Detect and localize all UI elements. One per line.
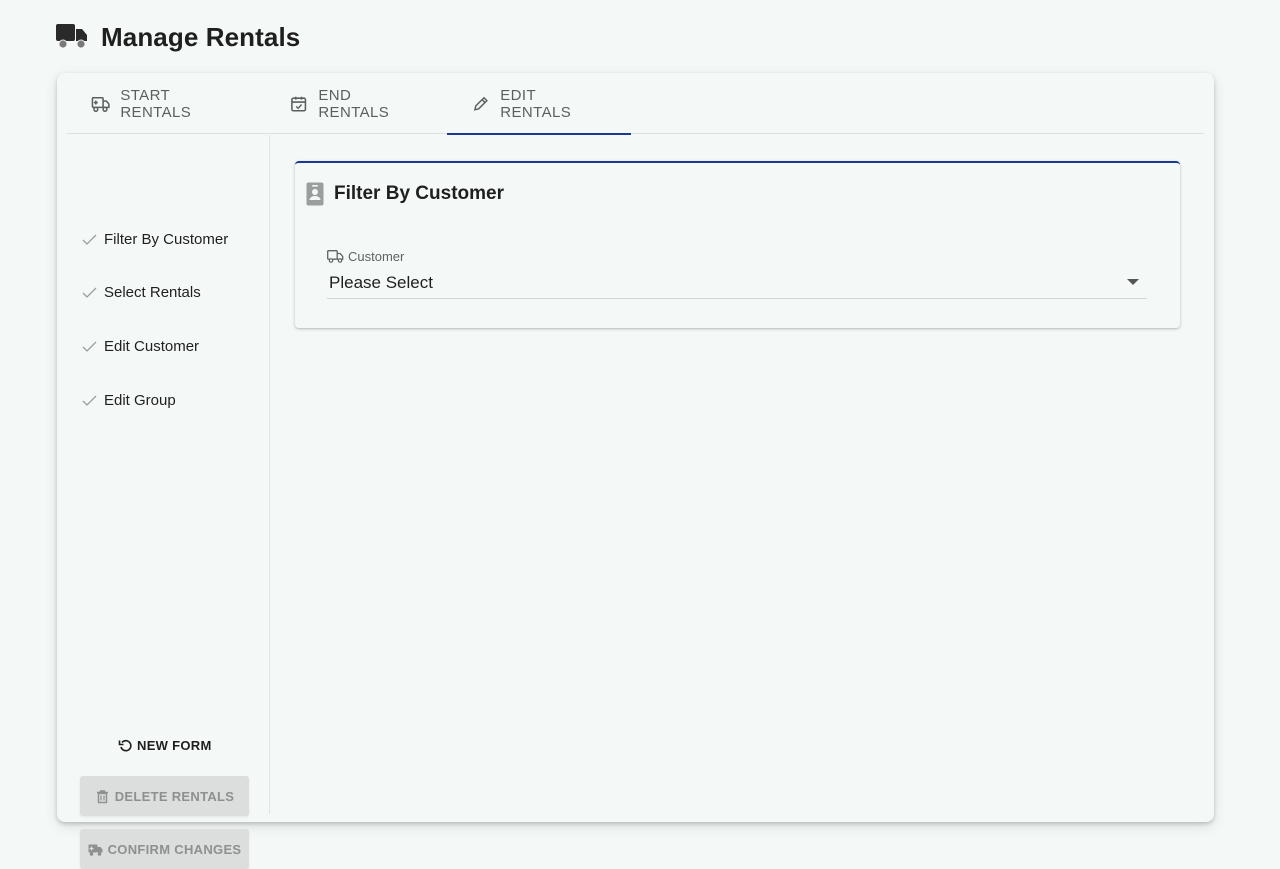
panel-title: Filter By Customer <box>306 182 504 206</box>
check-icon <box>82 287 97 298</box>
caret-down-icon[interactable] <box>1127 279 1139 285</box>
tab-edit-rentals-label: EDIT RENTALS <box>500 86 572 121</box>
customer-select-value: Please Select <box>329 273 433 292</box>
calendar-check-icon <box>291 96 307 112</box>
trash-icon <box>96 789 108 803</box>
check-icon <box>82 341 97 352</box>
customer-select[interactable]: Please Select <box>327 268 1147 299</box>
check-icon <box>82 395 97 406</box>
step-label: Edit Group <box>104 391 176 409</box>
step-select-rentals[interactable]: Select Rentals <box>81 280 201 304</box>
truck-medical-icon <box>91 96 110 112</box>
tab-edit-rentals[interactable]: EDIT RENTALS <box>447 73 631 135</box>
truck-medical-icon <box>88 844 103 856</box>
delete-rentals-button[interactable]: DELETE RENTALS <box>80 776 249 816</box>
delete-rentals-label: DELETE RENTALS <box>114 788 235 804</box>
id-badge-icon <box>306 182 324 206</box>
step-label: Filter By Customer <box>104 230 229 248</box>
rentals-card: START RENTALS END RENTALS EDIT RENTALS F… <box>57 73 1214 869</box>
check-icon <box>82 234 97 245</box>
new-form-label: NEW FORM <box>137 737 212 753</box>
tab-bar: START RENTALS END RENTALS EDIT RENTALS <box>67 73 1204 135</box>
step-edit-customer[interactable]: Edit Customer <box>81 334 199 358</box>
customer-field: Customer Please Select <box>327 248 1147 299</box>
tab-start-rentals[interactable]: START RENTALS <box>67 73 265 134</box>
new-form-button[interactable]: NEW FORM <box>118 734 212 756</box>
tab-end-rentals-label: END RENTALS <box>318 86 390 121</box>
step-edit-group[interactable]: Edit Group <box>81 388 176 412</box>
truck-icon <box>327 250 344 263</box>
confirm-changes-label: CONFIRM CHANGES <box>107 841 242 857</box>
customer-label: Customer <box>327 248 1147 264</box>
undo-icon <box>118 739 132 751</box>
step-label: Edit Customer <box>104 337 200 355</box>
tab-end-rentals[interactable]: END RENTALS <box>265 73 447 134</box>
step-filter-by-customer[interactable]: Filter By Customer <box>81 227 228 251</box>
truck-icon <box>56 24 87 49</box>
page-title: Manage Rentals <box>101 21 301 52</box>
steps-sidebar: Filter By Customer Select Rentals Edit C… <box>67 135 270 869</box>
pencil-icon <box>473 96 488 111</box>
page-header: Manage Rentals <box>55 20 300 54</box>
tab-start-rentals-label: START RENTALS <box>120 86 192 121</box>
filter-panel: Filter By Customer Customer Please Selec… <box>295 161 1180 328</box>
customer-label-text: Customer <box>348 248 405 264</box>
panel-title-text: Filter By Customer <box>334 183 504 204</box>
step-label: Select Rentals <box>104 283 201 301</box>
confirm-changes-button[interactable]: CONFIRM CHANGES <box>80 829 249 869</box>
